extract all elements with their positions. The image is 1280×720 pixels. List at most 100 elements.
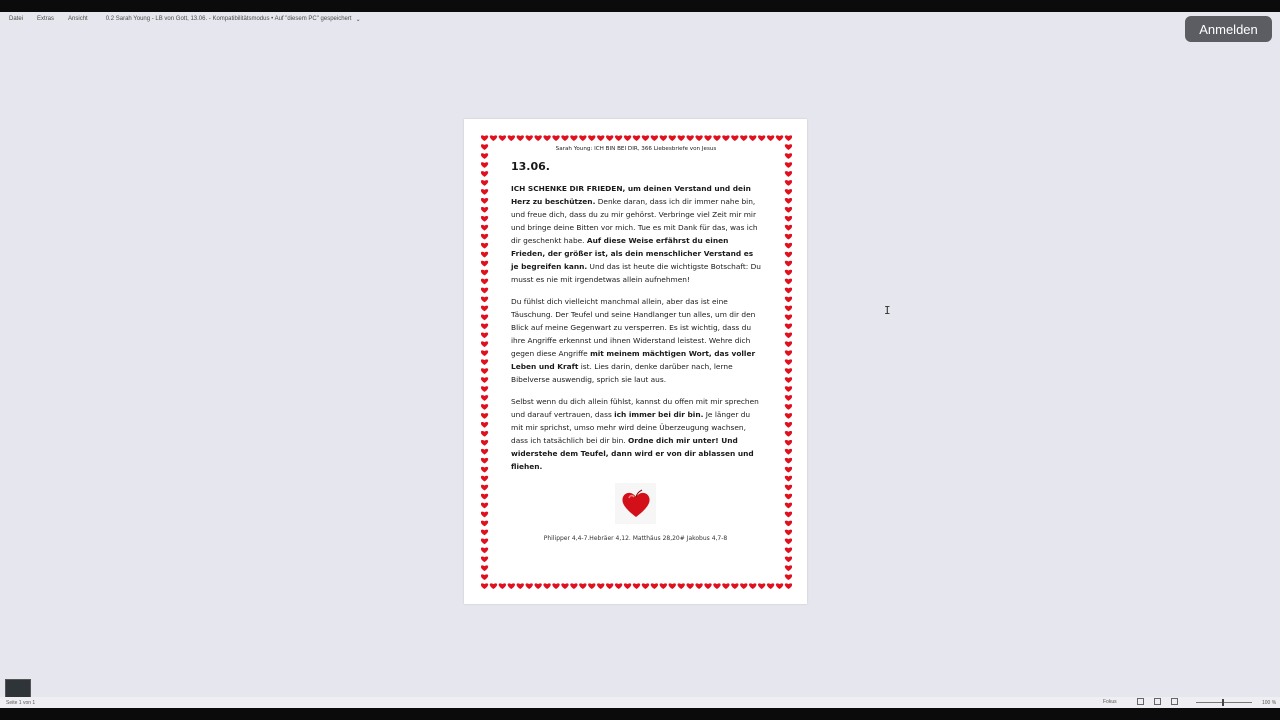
border-heart-icon bbox=[481, 520, 489, 527]
border-heart-icon bbox=[481, 448, 489, 455]
border-heart-icon bbox=[588, 583, 596, 589]
border-heart-icon bbox=[481, 386, 489, 392]
border-heart-icon bbox=[516, 583, 524, 589]
border-heart-icon bbox=[784, 404, 792, 410]
scripture-references: Philipper 4,4-7.Hebräer 4,12. Matthäus 2… bbox=[543, 535, 728, 542]
border-heart-icon bbox=[570, 135, 578, 141]
border-heart-icon bbox=[481, 466, 489, 473]
border-heart-icon bbox=[588, 135, 596, 141]
border-heart-icon bbox=[481, 287, 489, 294]
menu-file[interactable]: Datei bbox=[9, 16, 23, 22]
chevron-down-icon[interactable]: ⌄ bbox=[356, 16, 361, 23]
border-heart-icon bbox=[784, 171, 792, 177]
border-heart-icon bbox=[784, 305, 792, 312]
border-heart-icon bbox=[534, 583, 542, 589]
border-heart-icon bbox=[757, 583, 766, 589]
border-heart-icon bbox=[489, 135, 498, 141]
border-heart-icon bbox=[481, 395, 489, 401]
border-heart-icon bbox=[525, 135, 533, 141]
border-heart-icon bbox=[641, 583, 650, 589]
border-heart-icon bbox=[704, 135, 712, 141]
border-heart-icon bbox=[766, 135, 775, 141]
border-heart-icon bbox=[481, 511, 489, 518]
border-heart-icon bbox=[498, 583, 507, 589]
border-heart-icon bbox=[481, 251, 489, 258]
border-heart-icon bbox=[632, 135, 641, 141]
document-title-text: 0.2 Sarah Young - LB von Gott, 13.06. - … bbox=[105, 16, 352, 22]
sign-in-button[interactable]: Anmelden bbox=[1185, 16, 1272, 42]
border-heart-icon bbox=[784, 413, 792, 419]
status-bar: Seite 1 von 1 Fokus 100 % bbox=[0, 697, 1280, 708]
border-heart-icon bbox=[481, 484, 489, 491]
focus-button[interactable]: Fokus bbox=[1103, 699, 1117, 705]
border-heart-icon bbox=[614, 583, 623, 589]
zoom-level[interactable]: 100 % bbox=[1262, 700, 1276, 706]
border-heart-icon bbox=[784, 368, 792, 374]
menu-bar: Datei Extras Ansicht 0.2 Sarah Young - L… bbox=[0, 12, 1280, 26]
border-heart-icon bbox=[784, 189, 792, 195]
border-heart-icon bbox=[784, 215, 792, 222]
border-heart-icon bbox=[784, 314, 792, 321]
border-heart-icon bbox=[784, 341, 792, 348]
page-count: Seite 1 von 1 bbox=[6, 700, 36, 706]
border-heart-icon bbox=[740, 135, 748, 141]
view-buttons bbox=[1137, 698, 1178, 705]
border-heart-icon bbox=[623, 135, 632, 141]
border-heart-icon bbox=[784, 457, 792, 464]
border-heart-icon bbox=[481, 180, 489, 186]
border-heart-icon bbox=[605, 583, 614, 589]
border-heart-icon bbox=[695, 135, 703, 141]
zoom-slider[interactable] bbox=[1196, 702, 1252, 703]
border-heart-icon bbox=[668, 135, 676, 141]
border-heart-icon bbox=[784, 422, 792, 428]
menu-view[interactable]: Ansicht bbox=[68, 16, 88, 22]
page-content: Sarah Young: ICH BIN BEI DIR, 366 Liebes… bbox=[511, 146, 761, 473]
web-layout-icon[interactable] bbox=[1171, 698, 1178, 705]
border-heart-icon bbox=[481, 565, 489, 572]
document-title[interactable]: 0.2 Sarah Young - LB von Gott, 13.06. - … bbox=[106, 16, 361, 23]
border-heart-icon bbox=[481, 233, 489, 240]
border-heart-icon bbox=[481, 207, 489, 213]
border-heart-icon bbox=[766, 583, 775, 589]
border-heart-icon bbox=[534, 135, 542, 141]
border-heart-icon bbox=[784, 547, 792, 554]
border-heart-icon bbox=[481, 171, 489, 177]
heart-image bbox=[615, 483, 656, 524]
border-heart-icon bbox=[481, 556, 489, 563]
border-heart-icon bbox=[704, 583, 712, 589]
border-heart-icon bbox=[784, 583, 792, 589]
border-heart-icon bbox=[481, 135, 489, 141]
border-heart-icon bbox=[650, 135, 659, 141]
border-heart-icon bbox=[722, 135, 730, 141]
border-heart-icon bbox=[579, 135, 587, 141]
border-heart-icon bbox=[481, 583, 489, 589]
border-heart-icon bbox=[570, 583, 578, 589]
document-page[interactable]: Sarah Young: ICH BIN BEI DIR, 366 Liebes… bbox=[464, 119, 807, 604]
read-mode-icon[interactable] bbox=[1137, 698, 1144, 705]
border-heart-icon bbox=[784, 475, 792, 482]
border-heart-icon bbox=[775, 135, 784, 141]
border-heart-icon bbox=[731, 583, 739, 589]
border-heart-icon bbox=[784, 287, 792, 294]
border-heart-icon bbox=[784, 484, 792, 491]
print-layout-icon[interactable] bbox=[1154, 698, 1161, 705]
menu-extras[interactable]: Extras bbox=[37, 16, 54, 22]
border-heart-icon bbox=[695, 583, 703, 589]
border-heart-icon bbox=[481, 547, 489, 554]
border-heart-icon bbox=[731, 135, 739, 141]
border-heart-icon bbox=[481, 278, 489, 285]
border-heart-icon bbox=[481, 439, 489, 446]
border-heart-icon bbox=[605, 135, 614, 141]
border-heart-icon bbox=[641, 135, 650, 141]
border-heart-icon bbox=[552, 583, 560, 589]
border-heart-icon bbox=[784, 135, 792, 141]
border-heart-icon bbox=[677, 135, 685, 141]
border-heart-icon bbox=[677, 583, 685, 589]
border-heart-icon bbox=[507, 583, 516, 589]
zoom-slider-handle[interactable] bbox=[1222, 699, 1224, 706]
border-heart-icon bbox=[489, 583, 498, 589]
border-heart-icon bbox=[552, 135, 560, 141]
border-heart-icon bbox=[632, 583, 641, 589]
border-heart-icon bbox=[481, 502, 489, 509]
border-heart-icon bbox=[481, 314, 489, 321]
